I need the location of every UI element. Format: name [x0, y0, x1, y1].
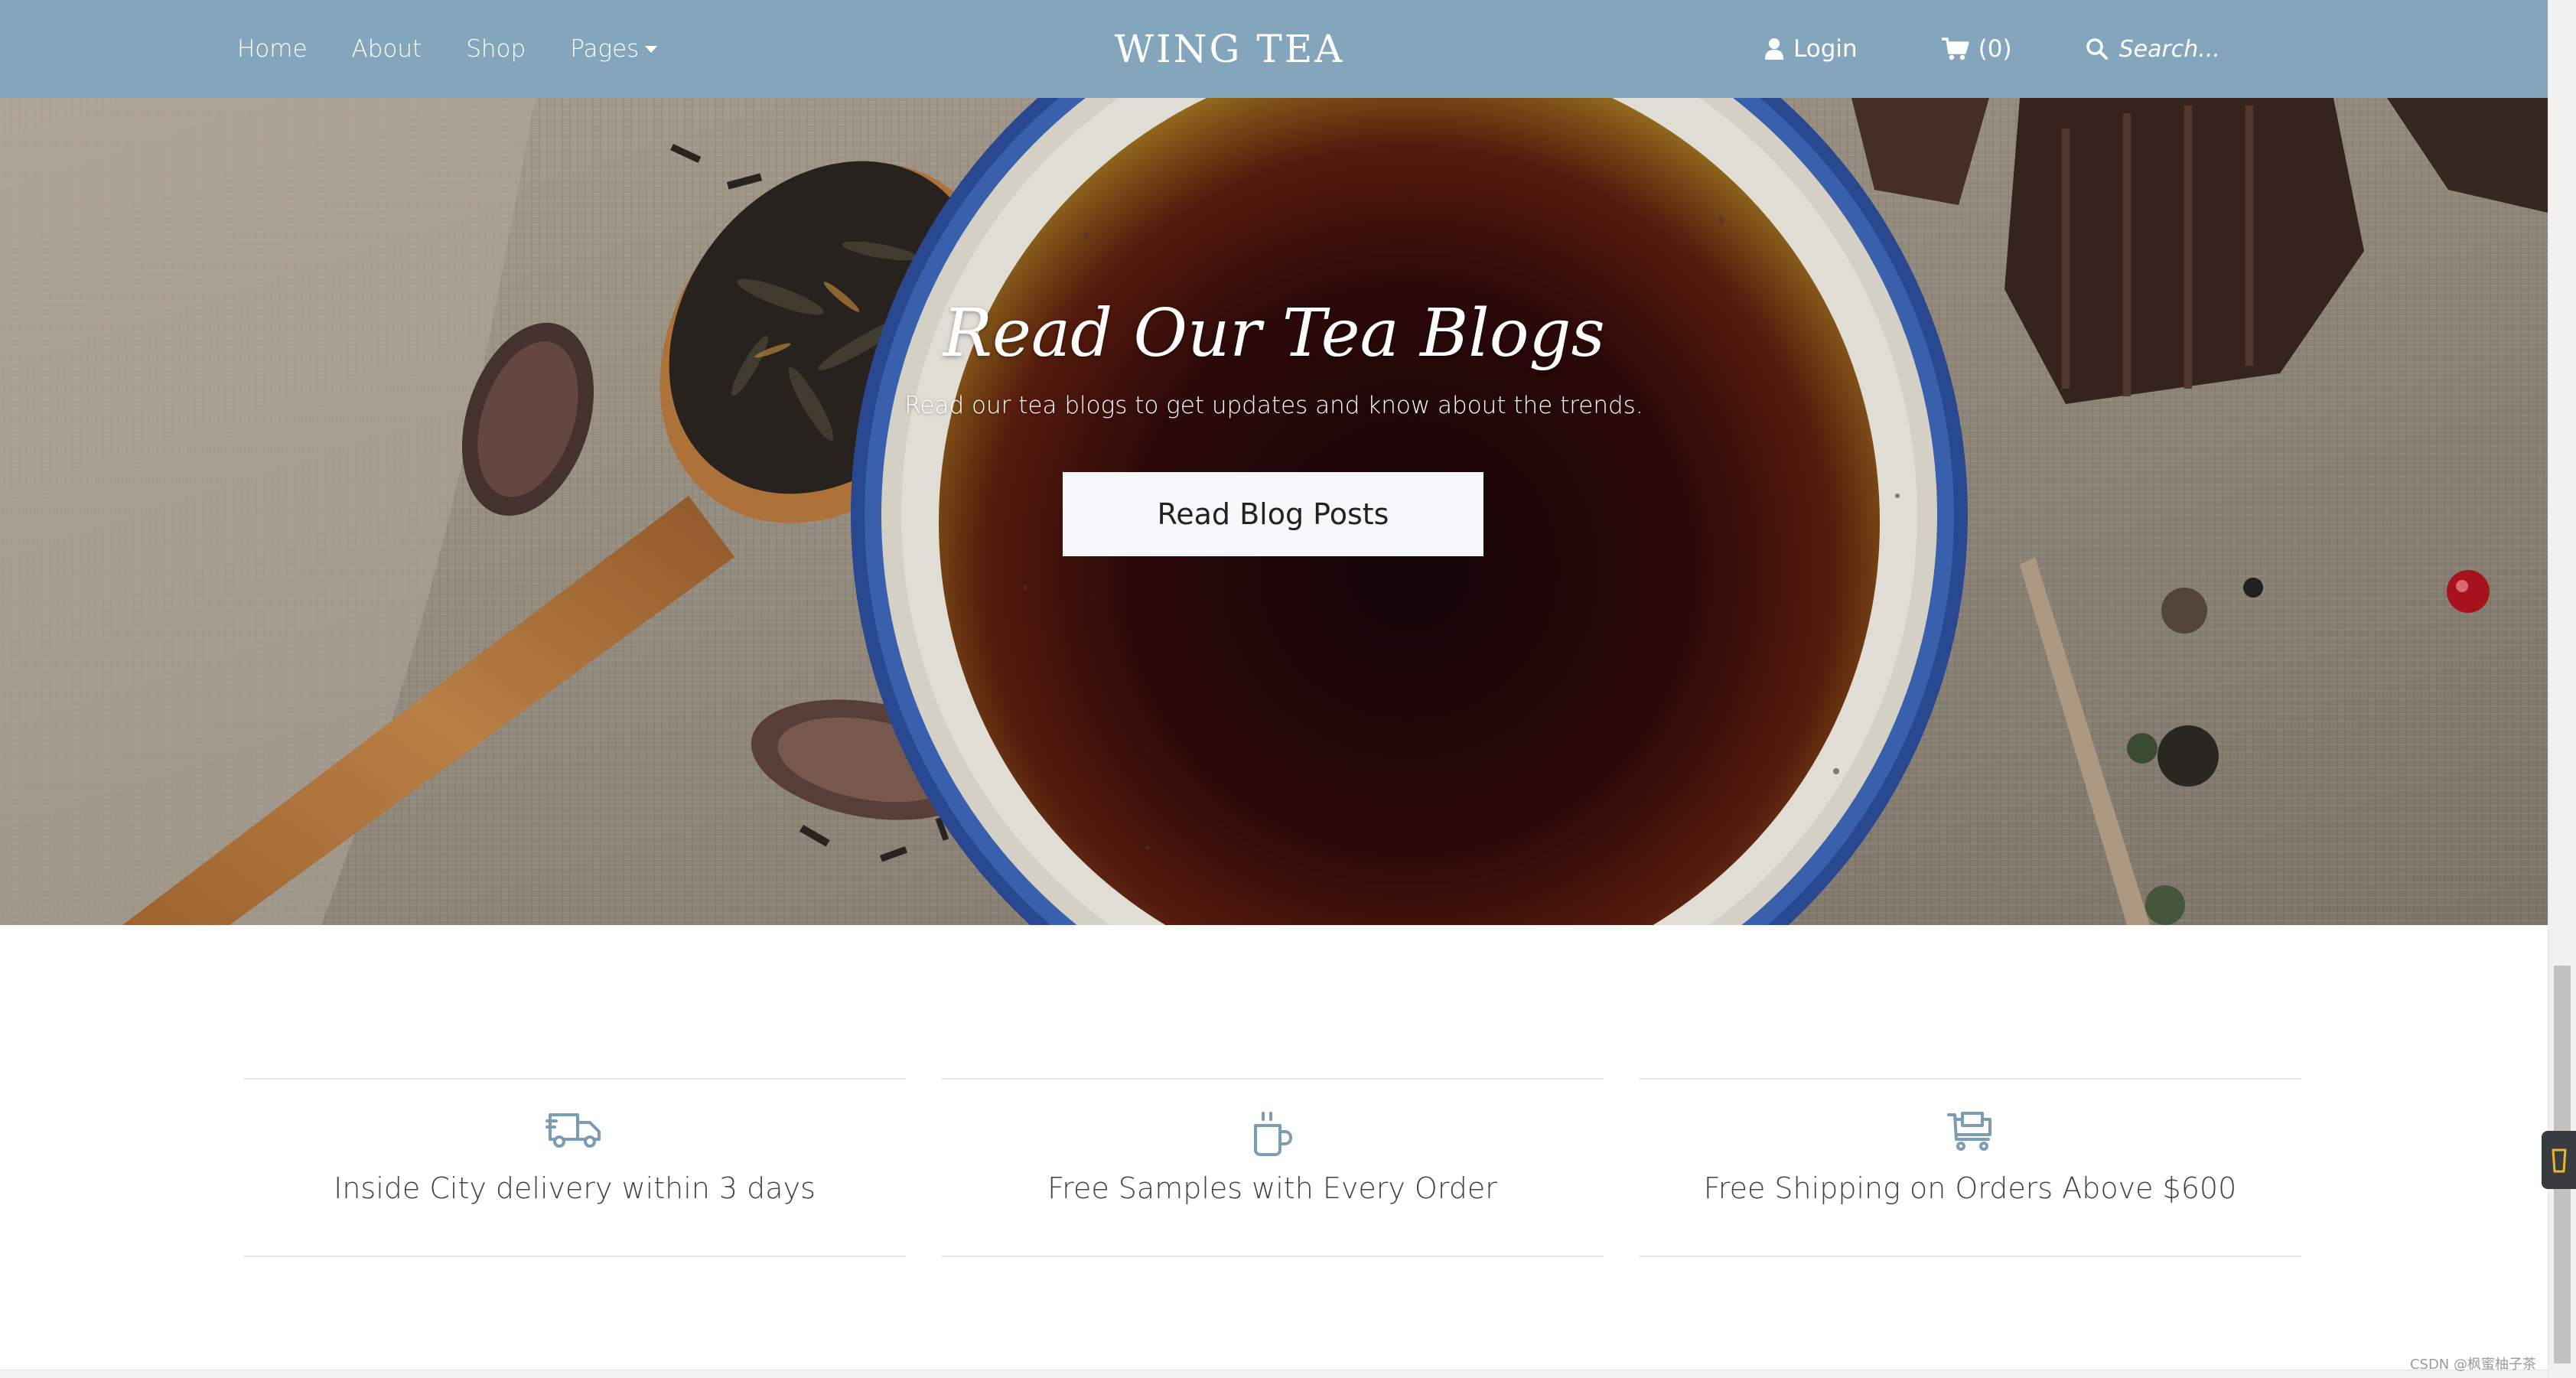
page: Home About Shop Pages WING TEA Login (0)… — [0, 0, 2576, 1378]
shopping-cart-icon — [1941, 37, 1969, 60]
cup-icon — [2552, 1148, 2566, 1173]
feature-shipping: Free Shipping on Orders Above $600 — [1639, 1078, 2301, 1257]
bottom-bar — [0, 1370, 2548, 1378]
feature-samples: Free Samples with Every Order — [941, 1078, 1604, 1257]
nav-links: Home About Shop Pages — [237, 0, 658, 98]
user-icon — [1765, 38, 1783, 60]
hero-subtitle: Read our tea blogs to get updates and kn… — [904, 392, 1643, 419]
hero-banner: Read Our Tea Blogs Read our tea blogs to… — [0, 98, 2548, 925]
login-link[interactable]: Login — [1764, 35, 1858, 63]
search-input[interactable] — [2118, 35, 2234, 63]
read-blog-posts-button[interactable]: Read Blog Posts — [1063, 472, 1483, 556]
nav-actions: Login (0) — [1764, 0, 2234, 98]
nav-pages-dropdown[interactable]: Pages — [570, 35, 658, 63]
nav-home-link[interactable]: Home — [237, 35, 308, 63]
side-widget-button[interactable] — [2542, 1131, 2576, 1189]
nav-pages-label: Pages — [570, 35, 640, 63]
delivery-truck-icon — [545, 1113, 601, 1148]
nav-shop-link[interactable]: Shop — [466, 35, 526, 63]
hero-title: Read Our Tea Blogs — [943, 295, 1605, 372]
brand-logo[interactable]: WING TEA — [1114, 0, 1345, 98]
search-box — [2086, 35, 2234, 63]
top-navbar: Home About Shop Pages WING TEA Login (0)… — [0, 0, 2548, 98]
feature-delivery: Inside City delivery within 3 days — [243, 1078, 906, 1257]
watermark: CSDN @枫蜜柚子茶 — [2409, 1357, 2536, 1373]
feature-delivery-text: Inside City delivery within 3 days — [334, 1171, 816, 1205]
features-row: Inside City delivery within 3 days Free … — [243, 1078, 2303, 1257]
shopping-cart-icon — [1947, 1112, 1991, 1151]
nav-about-link[interactable]: About — [352, 35, 422, 63]
chevron-down-icon — [645, 45, 658, 53]
coffee-cup-icon — [1254, 1112, 1292, 1156]
search-icon[interactable] — [2086, 37, 2109, 60]
cart-link[interactable]: (0) — [1941, 35, 2012, 63]
cart-count: (0) — [1978, 35, 2012, 63]
feature-samples-text: Free Samples with Every Order — [1047, 1171, 1497, 1205]
feature-shipping-text: Free Shipping on Orders Above $600 — [1703, 1171, 2237, 1205]
login-label: Login — [1793, 35, 1858, 63]
